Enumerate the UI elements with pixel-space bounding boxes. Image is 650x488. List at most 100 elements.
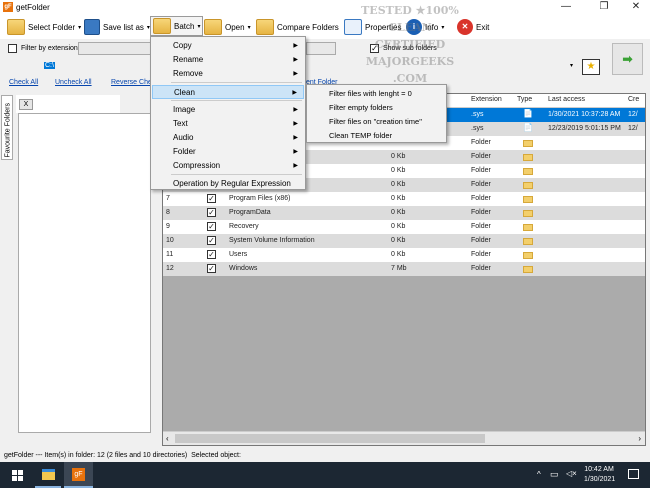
extension-field[interactable] bbox=[306, 42, 336, 55]
scroll-left-icon[interactable]: ‹ bbox=[166, 434, 169, 443]
row-extension: Folder bbox=[471, 167, 491, 174]
show-hidden-icons-icon[interactable]: ^ bbox=[537, 470, 541, 479]
row-checkbox[interactable]: ✓ bbox=[207, 194, 216, 203]
header-type[interactable]: Type bbox=[517, 96, 532, 103]
row-name: Users bbox=[229, 251, 248, 258]
folder-icon bbox=[523, 182, 533, 189]
go-arrow-button[interactable]: ➡ bbox=[612, 43, 643, 75]
batch-menu: Copy ▶ Rename ▶ Remove ▶ Clean ▶ Image ▶ Text ▶ Audi… bbox=[150, 36, 306, 190]
info-button[interactable]: i Info ▾ bbox=[404, 17, 446, 37]
row-extension: Folder bbox=[471, 251, 491, 258]
menu-item-label: Rename bbox=[173, 55, 204, 64]
reverse-check-link[interactable]: Reverse Che bbox=[111, 79, 152, 86]
row-last-access: 12/23/2019 5:01:15 PM bbox=[548, 125, 621, 132]
batch-button[interactable]: Batch ▾ bbox=[150, 16, 204, 36]
chevron-down-icon: ▾ bbox=[247, 24, 251, 31]
notifications-icon[interactable] bbox=[628, 469, 639, 479]
filter-extension-checkbox[interactable]: Filter by extension bbox=[8, 44, 78, 53]
path-combo[interactable]: C:\ ▾ bbox=[38, 60, 575, 73]
submenu-arrow-icon: ▶ bbox=[293, 43, 298, 49]
submenu-item[interactable]: Filter files on "creation time" bbox=[329, 117, 422, 126]
table-row[interactable]: 10 ✓ System Volume Information 0 Kb Folder bbox=[163, 234, 645, 248]
uncheck-all-link[interactable]: Uncheck All bbox=[55, 79, 92, 86]
menu-item-label: Clean bbox=[174, 88, 195, 97]
row-size: 0 Kb bbox=[391, 223, 406, 230]
row-checkbox[interactable]: ✓ bbox=[207, 236, 216, 245]
checkbox[interactable] bbox=[8, 44, 17, 53]
menu-item-label: Compression bbox=[173, 161, 221, 170]
table-row[interactable]: 7 ✓ Program Files (x86) 0 Kb Folder bbox=[163, 192, 645, 206]
folder-icon bbox=[523, 266, 533, 273]
submenu-item[interactable]: Filter empty folders bbox=[329, 103, 393, 112]
volume-muted-icon[interactable]: ◁× bbox=[566, 469, 577, 478]
row-checkbox[interactable]: ✓ bbox=[207, 264, 216, 273]
table-row[interactable]: 9 ✓ Recovery 0 Kb Folder bbox=[163, 220, 645, 234]
submenu-arrow-icon: ▶ bbox=[293, 121, 298, 127]
header-last-access[interactable]: Last access bbox=[548, 96, 585, 103]
favourites-list[interactable] bbox=[18, 113, 151, 433]
system-file-icon: 📄 bbox=[523, 109, 533, 118]
favourite-star-button[interactable]: ★ bbox=[582, 59, 600, 75]
row-checkbox[interactable]: ✓ bbox=[207, 222, 216, 231]
row-size: 0 Kb bbox=[391, 153, 406, 160]
menu-item-folder[interactable]: Folder ▶ bbox=[152, 145, 304, 159]
row-extension: Folder bbox=[471, 139, 491, 146]
clock-time: 10:42 AM bbox=[584, 466, 614, 473]
menu-item-copy[interactable]: Copy ▶ bbox=[152, 39, 304, 53]
horizontal-scrollbar[interactable]: ‹ › bbox=[163, 431, 645, 445]
minimize-button[interactable]: — bbox=[552, 0, 580, 15]
chevron-down-icon: ▾ bbox=[441, 24, 445, 31]
show-subfolders-checkbox[interactable]: ✓ Show sub folders bbox=[370, 44, 437, 53]
compare-folders-button[interactable]: Compare Folders bbox=[254, 17, 341, 37]
extension-select[interactable] bbox=[78, 42, 153, 55]
menu-item-compression[interactable]: Compression ▶ bbox=[152, 159, 304, 173]
chevron-down-icon: ▾ bbox=[78, 24, 82, 31]
file-explorer-taskbar-button[interactable] bbox=[35, 462, 61, 488]
row-checkbox[interactable]: ✓ bbox=[207, 208, 216, 217]
table-row[interactable]: 8 ✓ ProgramData 0 Kb Folder bbox=[163, 206, 645, 220]
clock[interactable]: 10:42 AM 1/30/2021 bbox=[584, 465, 615, 485]
submenu-item[interactable]: Clean TEMP folder bbox=[329, 131, 392, 140]
favourite-folders-tab[interactable]: Favourite Folders bbox=[1, 95, 13, 160]
clean-submenu: Filter files with lenght = 0 Filter empty… bbox=[306, 84, 447, 143]
chevron-down-icon: ▾ bbox=[197, 23, 201, 30]
close-favourites-button[interactable]: X bbox=[19, 99, 33, 110]
menu-item-audio[interactable]: Audio ▶ bbox=[152, 131, 304, 145]
check-all-link[interactable]: Check All bbox=[9, 79, 38, 86]
open-button[interactable]: Open ▾ bbox=[202, 17, 253, 37]
header-extension[interactable]: Extension bbox=[471, 96, 502, 103]
select-folder-button[interactable]: Select Folder ▾ bbox=[5, 17, 83, 37]
restore-button[interactable]: ❐ bbox=[590, 0, 618, 15]
menu-separator bbox=[171, 174, 302, 175]
scrollbar-thumb[interactable] bbox=[175, 434, 485, 443]
compare-label: Compare Folders bbox=[277, 22, 339, 32]
row-number: 10 bbox=[166, 237, 174, 244]
submenu-item[interactable]: Filter files with lenght = 0 bbox=[329, 89, 412, 98]
windows-start-icon[interactable] bbox=[12, 470, 23, 481]
table-row[interactable]: 11 ✓ Users 0 Kb Folder bbox=[163, 248, 645, 262]
exit-button[interactable]: ✕ Exit bbox=[455, 17, 491, 37]
network-icon[interactable]: ▭ bbox=[550, 469, 559, 480]
menu-item-remove[interactable]: Remove ▶ bbox=[152, 67, 304, 81]
header-created[interactable]: Cre bbox=[628, 96, 639, 103]
checkbox-checked[interactable]: ✓ bbox=[370, 44, 379, 53]
menu-item-text[interactable]: Text ▶ bbox=[152, 117, 304, 131]
taskbar: gF ^ ▭ ◁× 10:42 AM 1/30/2021 bbox=[0, 462, 650, 488]
menu-item-rename[interactable]: Rename ▶ bbox=[152, 53, 304, 67]
row-extension: .sys bbox=[471, 125, 484, 132]
path-value[interactable]: C:\ bbox=[44, 62, 55, 69]
chevron-down-icon[interactable]: ▾ bbox=[570, 62, 573, 69]
submenu-arrow-icon: ▶ bbox=[292, 90, 297, 96]
save-list-label: Save list as bbox=[103, 22, 144, 32]
folder-icon bbox=[523, 140, 533, 147]
menu-item-operation-by-regular-expression[interactable]: Operation by Regular Expression bbox=[152, 177, 304, 191]
properties-button[interactable]: Properties bbox=[342, 17, 403, 37]
scroll-right-icon[interactable]: › bbox=[638, 434, 641, 443]
row-checkbox[interactable]: ✓ bbox=[207, 250, 216, 259]
menu-item-image[interactable]: Image ▶ bbox=[152, 103, 304, 117]
menu-item-clean[interactable]: Clean ▶ bbox=[152, 85, 304, 99]
save-list-button[interactable]: Save list as ▾ bbox=[82, 17, 152, 37]
table-row[interactable]: 12 ✓ Windows 7 Mb Folder bbox=[163, 262, 645, 276]
getfolder-taskbar-button[interactable]: gF bbox=[64, 462, 93, 488]
close-button[interactable]: ✕ bbox=[622, 0, 650, 15]
